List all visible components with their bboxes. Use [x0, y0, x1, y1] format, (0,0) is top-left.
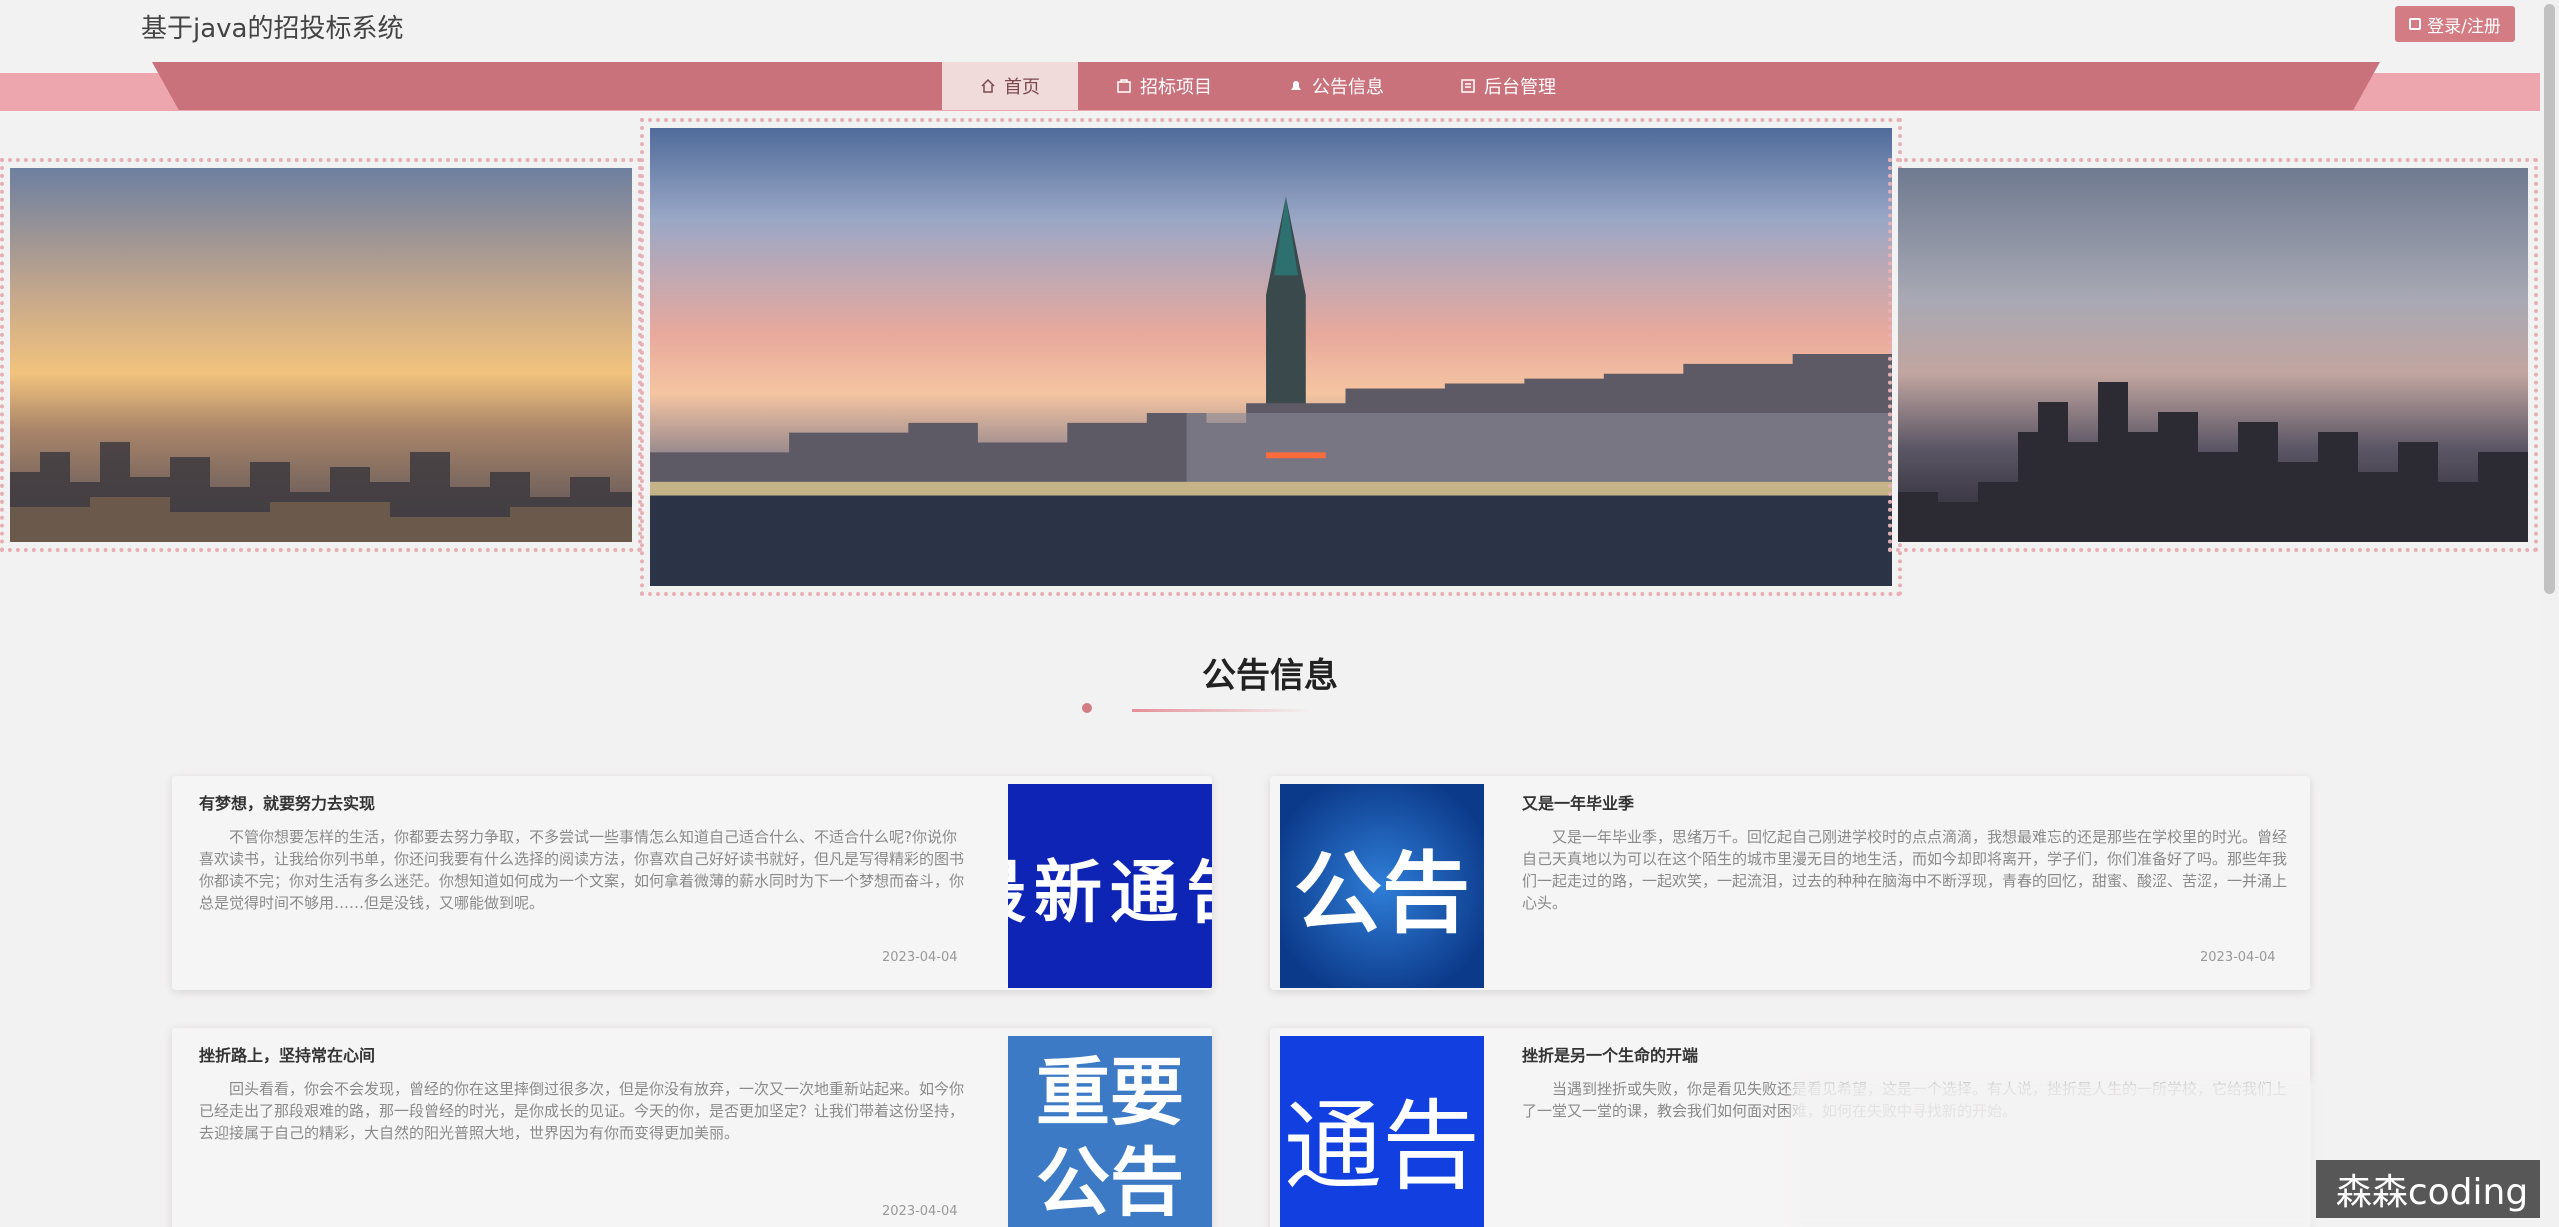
- page-scrollbar[interactable]: [2540, 0, 2559, 1227]
- nav-menu: 首页 招标项目 公告信息 后台管理: [942, 62, 1594, 110]
- site-title: 基于java的招投标系统: [141, 14, 404, 44]
- news-thumbnail: 最新通告: [1008, 784, 1212, 988]
- news-thumbnail: 重要公告: [1008, 1036, 1212, 1227]
- news-date: 2023-04-04: [882, 1204, 958, 1219]
- login-register-button[interactable]: 登录/注册: [2395, 6, 2515, 42]
- notice-icon: [1291, 81, 1301, 90]
- carousel-slide-next[interactable]: [1888, 158, 2538, 552]
- news-date: 2023-04-04: [2200, 950, 2276, 965]
- nav-item-label: 招标项目: [1140, 77, 1212, 98]
- carousel-slide-current[interactable]: [640, 118, 1902, 596]
- carousel-slide-prev[interactable]: [0, 158, 642, 552]
- watermark: 森森coding: [2316, 1160, 2548, 1218]
- news-thumbnail: 公告: [1280, 784, 1484, 988]
- news-thumbnail: 通告: [1280, 1036, 1484, 1227]
- news-summary: 不管你想要怎样的生活，你都要去努力争取，不多尝试一些事情怎么知道自己适合什么、不…: [199, 828, 965, 912]
- news-title: 挫折路上，坚持常在心间: [199, 1046, 376, 1065]
- news-title: 又是一年毕业季: [1522, 794, 1635, 813]
- nav-item-bid-projects[interactable]: 招标项目: [1078, 62, 1250, 110]
- bid-icon: [1117, 79, 1131, 93]
- admin-icon: [1461, 79, 1475, 93]
- nav-item-label: 公告信息: [1312, 77, 1384, 98]
- news-title: 挫折是另一个生命的开端: [1522, 1046, 1699, 1065]
- login-register-label: 登录/注册: [2427, 16, 2501, 37]
- skyscraper-skyline-image: [1898, 382, 2528, 542]
- nav-item-notices[interactable]: 公告信息: [1250, 62, 1422, 110]
- news-card[interactable]: 公告 又是一年毕业季 又是一年毕业季，思绪万千。回忆起自己刚进学校时的点点滴滴，…: [1270, 776, 2310, 990]
- news-summary: 又是一年毕业季，思绪万千。回忆起自己刚进学校时的点点滴滴，我想最难忘的还是那些在…: [1522, 828, 2288, 912]
- news-card[interactable]: 挫折路上，坚持常在心间 回头看看，你会不会发现，曾经的你在这里摔倒过很多次，但是…: [172, 1028, 1212, 1227]
- nav-item-label: 后台管理: [1484, 77, 1556, 98]
- nav-item-home[interactable]: 首页: [942, 62, 1078, 110]
- city-skyline-image: [10, 442, 632, 542]
- news-card[interactable]: 有梦想，就要努力去实现 不管你想要怎样的生活，你都要去努力争取，不多尝试一些事情…: [172, 776, 1212, 990]
- news-date: 2023-04-04: [882, 950, 958, 965]
- nav-item-label: 首页: [1004, 77, 1040, 98]
- news-title: 有梦想，就要努力去实现: [199, 794, 376, 813]
- nav-item-admin[interactable]: 后台管理: [1422, 62, 1594, 110]
- blurred-overlay: [1792, 1080, 2316, 1227]
- user-icon: [2409, 18, 2422, 30]
- section-title-decoration: [1082, 703, 1312, 713]
- news-summary: 回头看看，你会不会发现，曾经的你在这里摔倒过很多次，但是你没有放弃，一次又一次地…: [199, 1080, 965, 1142]
- section-title: 公告信息: [1202, 656, 1338, 696]
- church-riverside-image: [650, 196, 1892, 586]
- home-icon: [981, 78, 995, 93]
